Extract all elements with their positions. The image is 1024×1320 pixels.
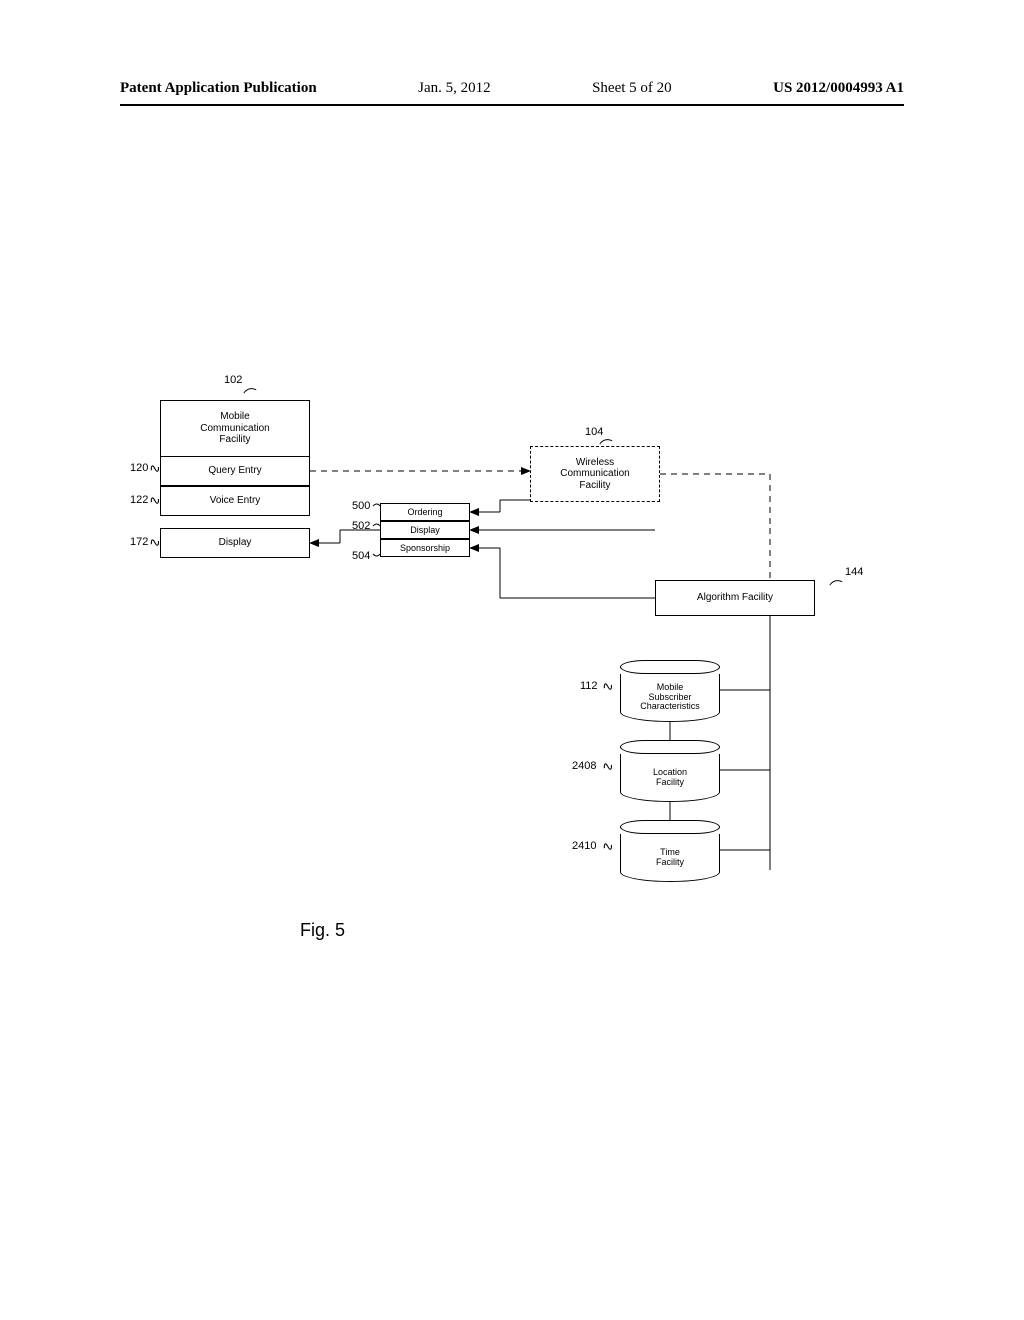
header-date: Jan. 5, 2012	[418, 80, 491, 97]
figure-caption: Fig. 5	[300, 920, 345, 941]
figure-diagram: Mobile Communication Facility 102 ⌒ Quer…	[130, 370, 890, 930]
header-sheet: Sheet 5 of 20	[592, 80, 672, 97]
header-pubtype: Patent Application Publication	[120, 80, 317, 97]
header-pubno: US 2012/0004993 A1	[773, 80, 904, 97]
header-rule	[120, 104, 904, 106]
connectors	[130, 370, 890, 930]
